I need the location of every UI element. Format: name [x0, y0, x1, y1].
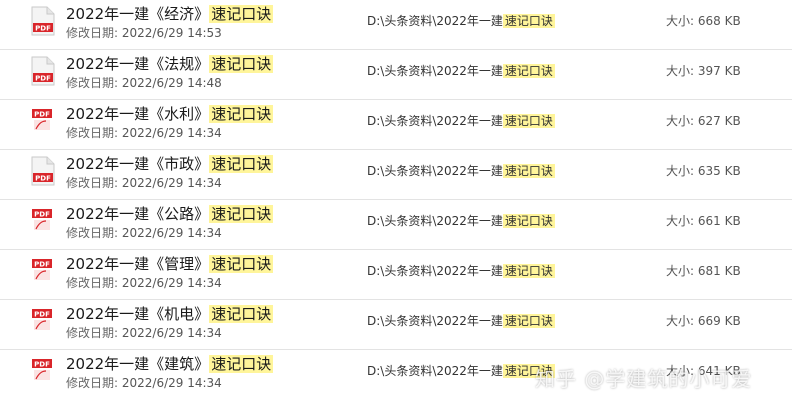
file-title[interactable]: 2022年一建《市政》 速记口诀 [66, 154, 274, 174]
svg-text:PDF: PDF [35, 174, 51, 182]
file-title[interactable]: 2022年一建《管理》 速记口诀 [66, 254, 274, 274]
file-row[interactable]: PDF 2022年一建《管理》 速记口诀 修改日期: 2022/6/29 14:3… [0, 250, 792, 300]
pdf-document-icon: PDF [31, 56, 55, 86]
search-highlight: 速记口诀 [209, 105, 274, 123]
modified-date: 修改日期: 2022/6/29 14:34 [66, 276, 222, 290]
search-highlight: 速记口诀 [209, 205, 274, 223]
modified-date: 修改日期: 2022/6/29 14:48 [66, 76, 222, 90]
file-size: 大小: 669 KB [666, 314, 741, 328]
search-highlight: 速记口诀 [209, 355, 274, 373]
modified-date: 修改日期: 2022/6/29 14:34 [66, 376, 222, 390]
file-path: D:\头条资料\2022年一建 速记口诀 [367, 114, 555, 128]
file-row[interactable]: PDF 2022年一建《水利》 速记口诀 修改日期: 2022/6/29 14:3… [0, 100, 792, 150]
search-highlight: 速记口诀 [209, 5, 274, 23]
file-size: 大小: 635 KB [666, 164, 741, 178]
svg-text:PDF: PDF [34, 210, 50, 218]
modified-date: 修改日期: 2022/6/29 14:34 [66, 226, 222, 240]
pdf-document-icon: PDF [31, 6, 55, 36]
zhihu-watermark: 知乎 @学建筑的小可爱 [535, 367, 753, 391]
svg-text:PDF: PDF [35, 74, 51, 82]
pdf-badge-icon: PDF [31, 256, 55, 286]
file-size: 大小: 661 KB [666, 214, 741, 228]
file-row[interactable]: PDF 2022年一建《公路》 速记口诀 修改日期: 2022/6/29 14:3… [0, 200, 792, 250]
file-size: 大小: 397 KB [666, 64, 741, 78]
modified-date: 修改日期: 2022/6/29 14:34 [66, 176, 222, 190]
pdf-badge-icon: PDF [31, 106, 55, 136]
pdf-badge-icon: PDF [31, 356, 55, 386]
file-path: D:\头条资料\2022年一建 速记口诀 [367, 214, 555, 228]
svg-text:PDF: PDF [34, 260, 50, 268]
svg-text:PDF: PDF [34, 110, 50, 118]
file-title[interactable]: 2022年一建《法规》 速记口诀 [66, 54, 274, 74]
file-title[interactable]: 2022年一建《公路》 速记口诀 [66, 204, 274, 224]
file-title[interactable]: 2022年一建《机电》 速记口诀 [66, 304, 274, 324]
file-row[interactable]: PDF 2022年一建《法规》 速记口诀 修改日期: 2022/6/29 14:4… [0, 50, 792, 100]
file-results-list: PDF 2022年一建《经济》 速记口诀 修改日期: 2022/6/29 14:5… [0, 0, 792, 414]
pdf-badge-icon: PDF [31, 306, 55, 336]
search-highlight: 速记口诀 [209, 55, 274, 73]
file-size: 大小: 627 KB [666, 114, 741, 128]
pdf-badge-icon: PDF [31, 206, 55, 236]
file-path: D:\头条资料\2022年一建 速记口诀 [367, 14, 555, 28]
file-path: D:\头条资料\2022年一建 速记口诀 [367, 264, 555, 278]
svg-text:PDF: PDF [35, 24, 51, 32]
file-title[interactable]: 2022年一建《建筑》 速记口诀 [66, 354, 274, 374]
file-size: 大小: 668 KB [666, 14, 741, 28]
file-path: D:\头条资料\2022年一建 速记口诀 [367, 164, 555, 178]
svg-text:PDF: PDF [34, 360, 50, 368]
file-size: 大小: 681 KB [666, 264, 741, 278]
file-path: D:\头条资料\2022年一建 速记口诀 [367, 64, 555, 78]
file-path: D:\头条资料\2022年一建 速记口诀 [367, 364, 555, 378]
file-path: D:\头条资料\2022年一建 速记口诀 [367, 314, 555, 328]
search-highlight: 速记口诀 [209, 255, 274, 273]
file-row[interactable]: PDF 2022年一建《经济》 速记口诀 修改日期: 2022/6/29 14:5… [0, 0, 792, 50]
search-highlight: 速记口诀 [209, 155, 274, 173]
file-row[interactable]: PDF 2022年一建《机电》 速记口诀 修改日期: 2022/6/29 14:3… [0, 300, 792, 350]
modified-date: 修改日期: 2022/6/29 14:53 [66, 26, 222, 40]
search-highlight: 速记口诀 [209, 305, 274, 323]
file-row[interactable]: PDF 2022年一建《市政》 速记口诀 修改日期: 2022/6/29 14:3… [0, 150, 792, 200]
file-title[interactable]: 2022年一建《水利》 速记口诀 [66, 104, 274, 124]
pdf-document-icon: PDF [31, 156, 55, 186]
svg-text:PDF: PDF [34, 310, 50, 318]
modified-date: 修改日期: 2022/6/29 14:34 [66, 126, 222, 140]
file-title[interactable]: 2022年一建《经济》 速记口诀 [66, 4, 274, 24]
modified-date: 修改日期: 2022/6/29 14:34 [66, 326, 222, 340]
